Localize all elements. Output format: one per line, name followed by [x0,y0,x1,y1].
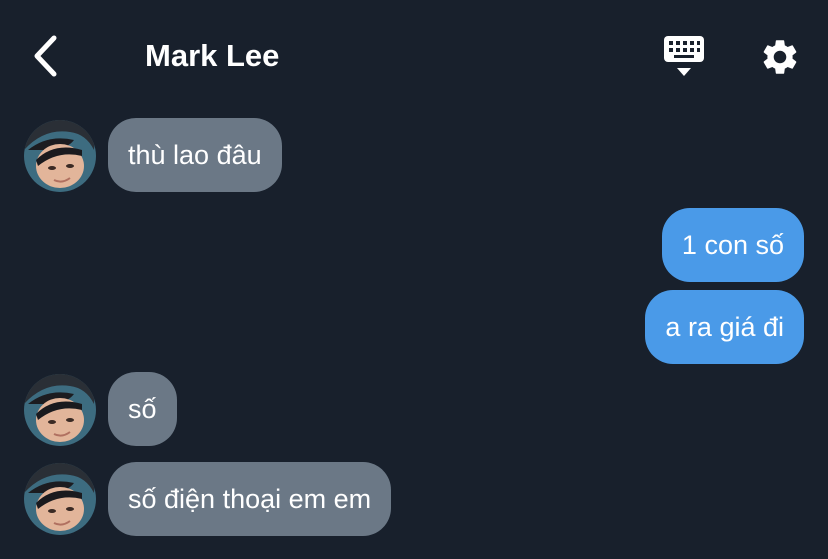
incoming-message-bubble[interactable]: số [108,372,177,446]
chevron-left-icon [34,35,57,77]
avatar[interactable] [24,463,96,535]
gear-icon [763,40,797,74]
avatar-image [24,463,96,535]
settings-button[interactable] [756,34,804,80]
chat-screen: Mark Lee thù lao đâu 1 con số a ra giá đ… [0,0,828,559]
avatar-image [24,120,96,192]
back-button[interactable] [22,32,68,80]
keyboard-button[interactable] [660,34,708,82]
outgoing-message-bubble[interactable]: a ra giá đi [645,290,804,364]
outgoing-message-bubble[interactable]: 1 con số [661,208,804,282]
avatar-image [24,374,96,446]
avatar[interactable] [24,120,96,192]
chat-header: Mark Lee [0,0,828,112]
incoming-message-bubble[interactable]: số điện thoại em em [108,462,392,536]
avatar[interactable] [24,374,96,446]
keyboard-icon [664,36,704,76]
contact-name: Mark Lee [145,38,280,73]
incoming-message-bubble[interactable]: thù lao đâu [108,118,282,192]
